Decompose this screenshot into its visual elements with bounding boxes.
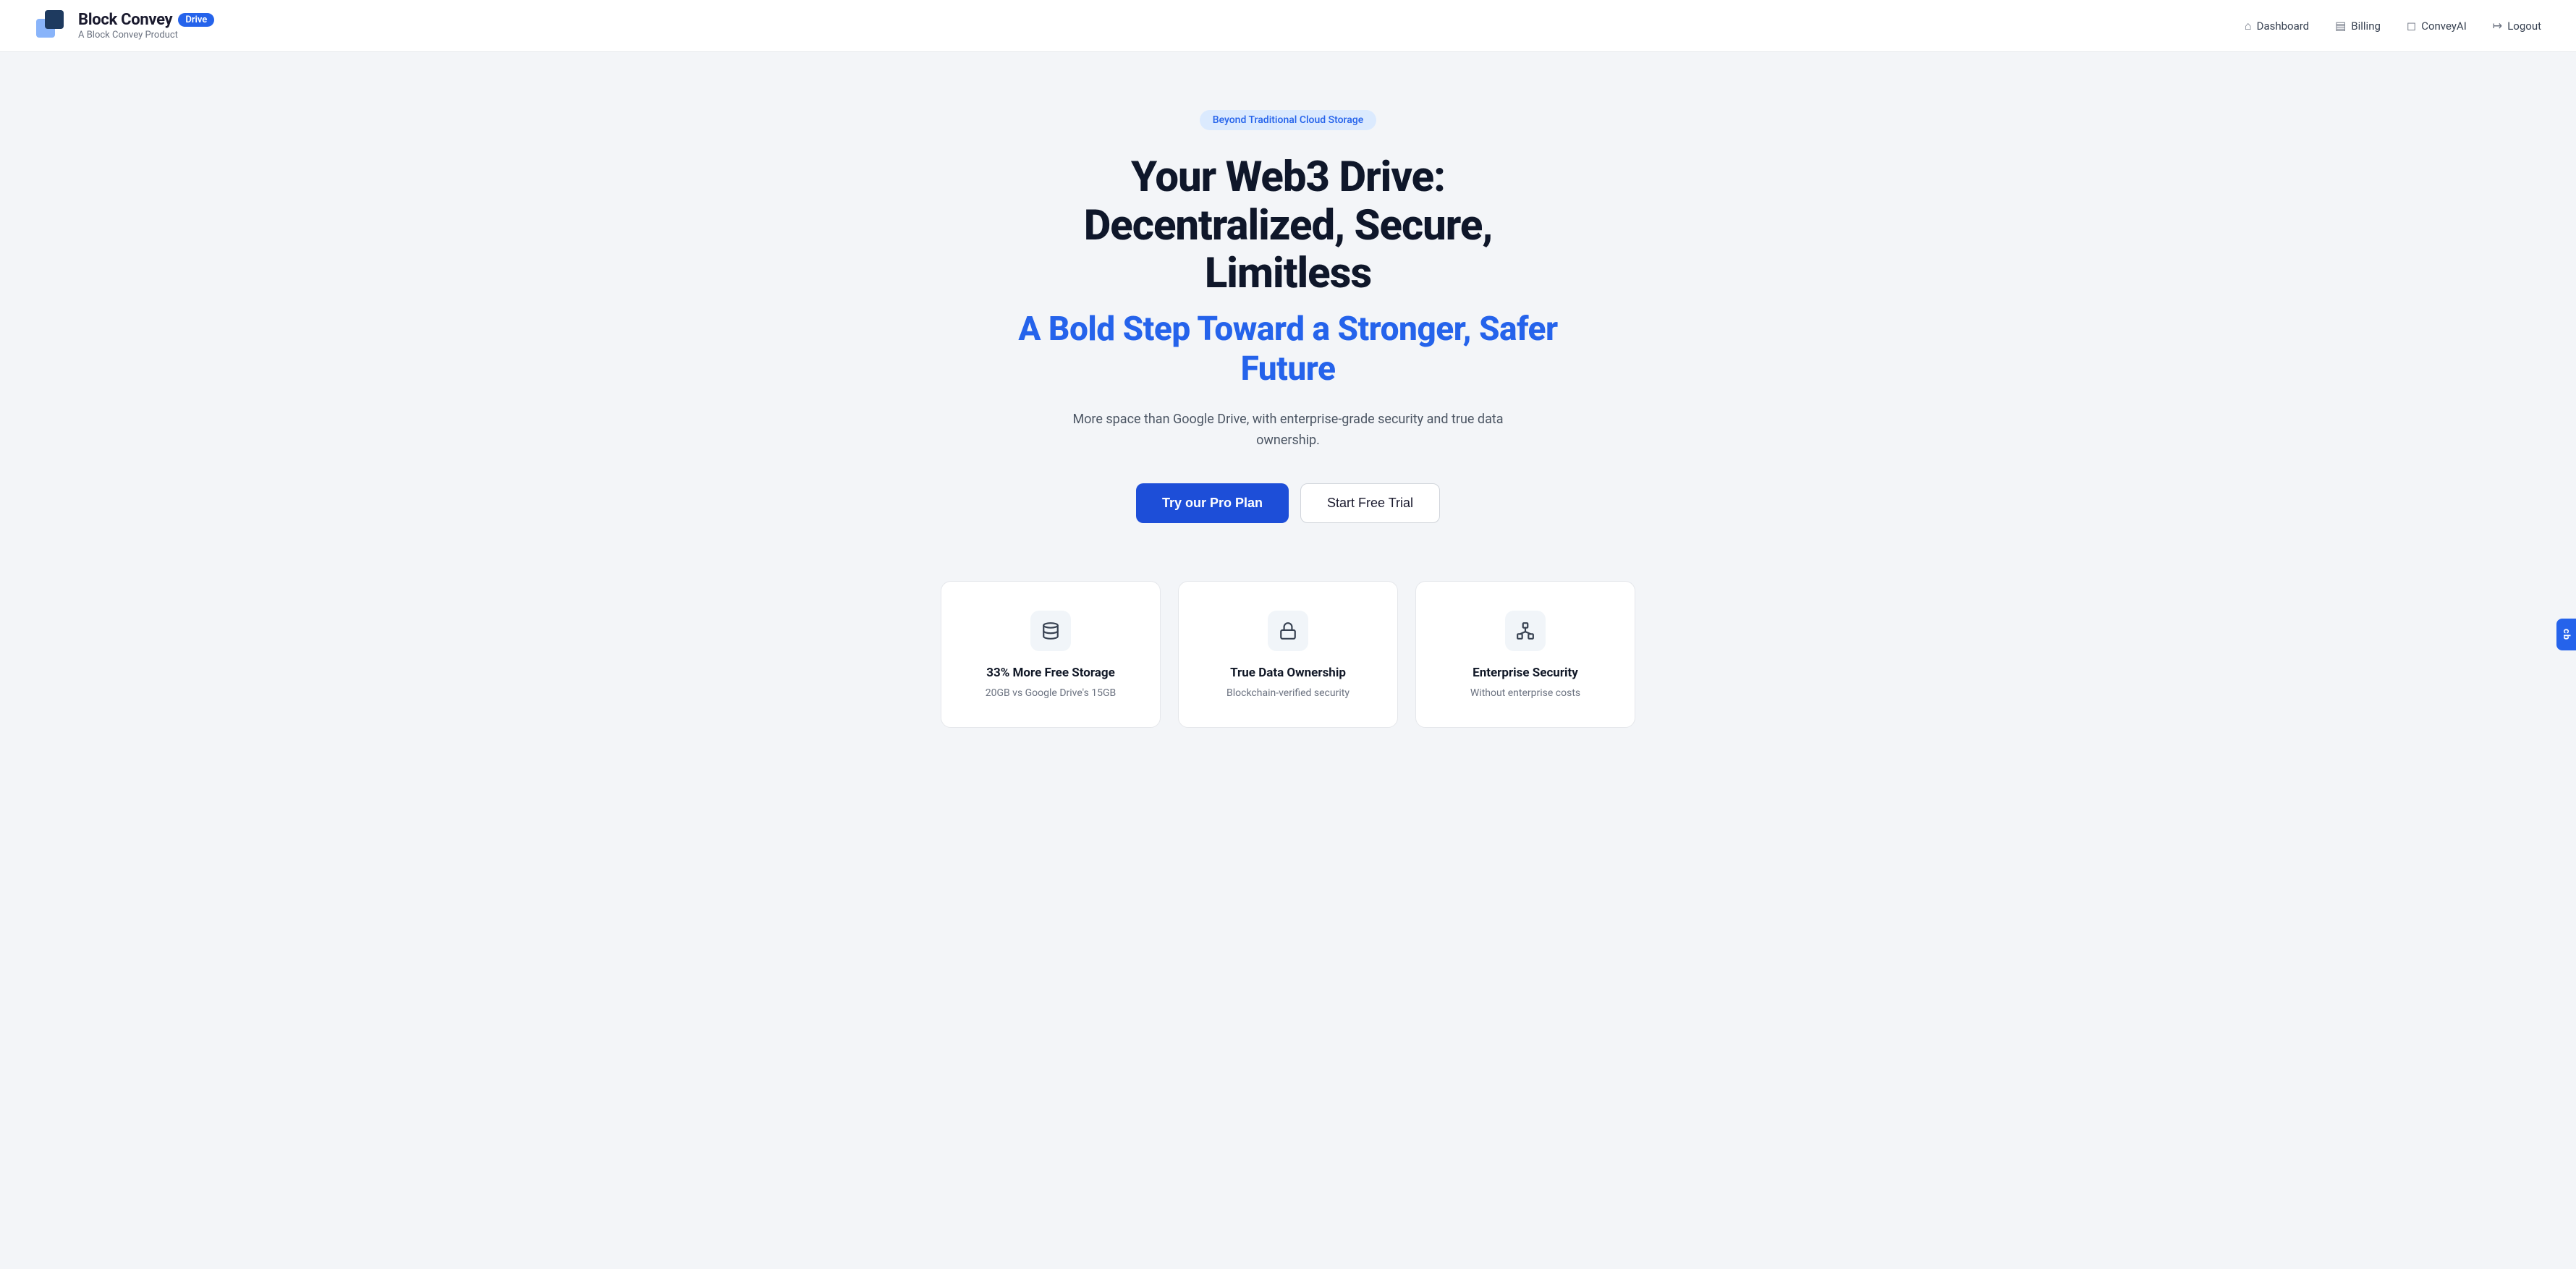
feature-card-storage: 33% More Free Storage 20GB vs Google Dri… [941, 581, 1161, 728]
nav-dashboard-label: Dashboard [2257, 20, 2310, 33]
lock-icon [1279, 621, 1297, 640]
nav-billing-label: Billing [2351, 20, 2381, 33]
nav-billing[interactable]: ▤ Billing [2335, 19, 2381, 33]
feature-security-title: Enterprise Security [1473, 666, 1578, 680]
start-free-trial-button[interactable]: Start Free Trial [1300, 483, 1440, 523]
feature-ownership-desc: Blockchain-verified security [1226, 686, 1350, 701]
feature-security-desc: Without enterprise costs [1470, 686, 1580, 701]
drive-badge: Drive [178, 13, 214, 27]
feature-storage-title: 33% More Free Storage [986, 666, 1115, 680]
nav-logout-label: Logout [2507, 20, 2541, 33]
cta-buttons: Try our Pro Plan Start Free Trial [1136, 483, 1440, 523]
feature-ownership-title: True Data Ownership [1230, 666, 1346, 680]
logo-icon [35, 9, 69, 43]
nav-dashboard[interactable]: ⌂ Dashboard [2245, 19, 2309, 33]
feature-card-ownership: True Data Ownership Blockchain-verified … [1178, 581, 1398, 728]
nav-conveyai-label: ConveyAI [2421, 20, 2467, 33]
hero-description: More space than Google Drive, with enter… [1056, 409, 1520, 451]
logout-icon: ↦ [2493, 19, 2502, 33]
nav-logout[interactable]: ↦ Logout [2493, 19, 2541, 33]
navbar: Block Convey Drive A Block Convey Produc… [0, 0, 2576, 52]
logo-title: Block Convey [78, 11, 172, 29]
house-icon: ⌂ [2245, 19, 2252, 33]
network-icon [1516, 621, 1535, 640]
hero-badge: Beyond Traditional Cloud Storage [1200, 110, 1377, 130]
hero-title: Your Web3 Drive: Decentralized, Secure, … [999, 153, 1577, 298]
try-pro-plan-button[interactable]: Try our Pro Plan [1136, 483, 1289, 523]
database-icon-wrap [1030, 611, 1071, 651]
logo-text-area: Block Convey Drive A Block Convey Produc… [78, 11, 214, 41]
chat-icon: ◻ [2407, 19, 2416, 33]
nav-conveyai[interactable]: ◻ ConveyAI [2407, 19, 2467, 33]
feature-cards: 33% More Free Storage 20GB vs Google Dri… [941, 581, 1635, 728]
main-content: Beyond Traditional Cloud Storage Your We… [0, 52, 2576, 771]
logo-title-row: Block Convey Drive [78, 11, 214, 29]
nav-links: ⌂ Dashboard ▤ Billing ◻ ConveyAI ↦ Logou… [2245, 19, 2541, 33]
hero-subtitle: A Bold Step Toward a Stronger, Safer Fut… [999, 310, 1577, 389]
logo-subtitle: A Block Convey Product [78, 30, 214, 41]
receipt-icon: ▤ [2335, 19, 2346, 33]
feature-storage-desc: 20GB vs Google Drive's 15GB [986, 686, 1117, 701]
logo-area: Block Convey Drive A Block Convey Produc… [35, 9, 214, 43]
side-widget[interactable]: cb [2556, 619, 2576, 650]
feature-card-security: Enterprise Security Without enterprise c… [1415, 581, 1635, 728]
network-icon-wrap [1505, 611, 1546, 651]
database-icon [1041, 621, 1060, 640]
lock-icon-wrap [1268, 611, 1308, 651]
